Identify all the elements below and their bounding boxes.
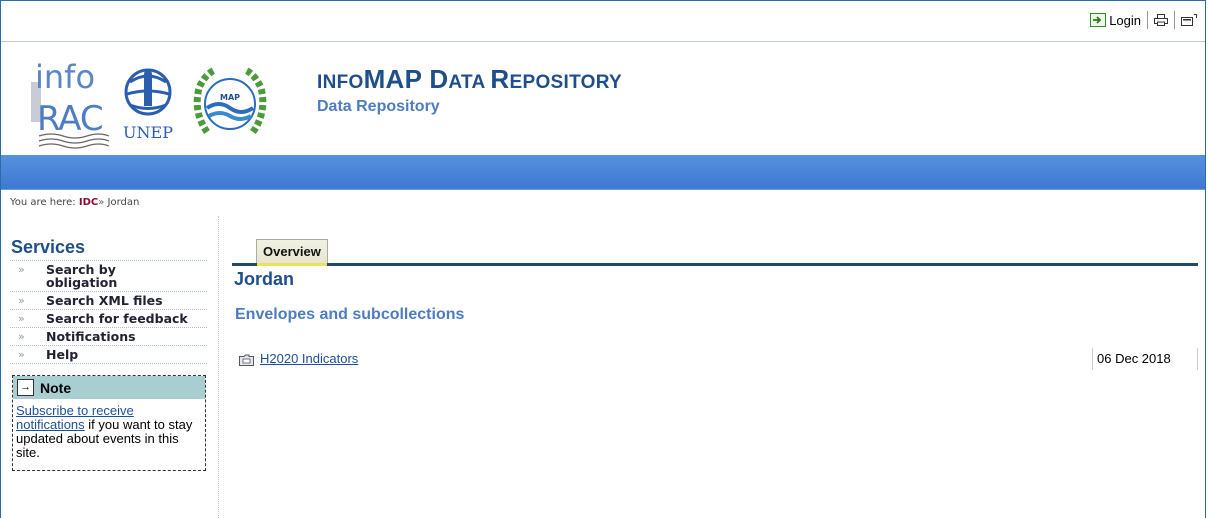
- sidebar-item-help[interactable]: » Help: [10, 346, 207, 364]
- logo-unep-text: UNEP: [123, 123, 173, 142]
- main-content: Overview Jordan Envelopes and subcollect…: [232, 216, 1198, 372]
- tab-overview[interactable]: Overview: [256, 239, 328, 266]
- breadcrumb: You are here: IDC» Jordan: [1, 190, 1205, 218]
- breadcrumb-separator: »: [98, 197, 105, 208]
- sidebar-item-label: Search XML files: [46, 293, 163, 308]
- sidebar-item-label: Search for feedback: [46, 311, 188, 326]
- list-item: H2020 Indicators 06 Dec 2018: [232, 348, 1198, 372]
- inforac-logo[interactable]: info RAC: [29, 52, 111, 150]
- note-body: Subscribe to receive notifications if yo…: [13, 399, 205, 470]
- login-link[interactable]: Login: [1090, 13, 1141, 28]
- print-icon[interactable]: [1154, 14, 1168, 26]
- section-title: Envelopes and subcollections: [235, 306, 465, 323]
- sidebar-item-label: Help: [46, 347, 79, 362]
- bullet-icon: »: [18, 312, 25, 325]
- logo-info-text: info: [35, 58, 95, 96]
- site-header: info RAC UNEP MAP INFOMAP DATA REPOSITOR…: [1, 42, 1205, 155]
- login-label: Login: [1109, 12, 1141, 28]
- note-header: → Note: [13, 376, 205, 399]
- services-list: » Search by obligation » Search XML file…: [10, 261, 207, 364]
- sidebar: Services » Search by obligation » Search…: [10, 216, 207, 471]
- fullscreen-icon[interactable]: [1181, 14, 1197, 26]
- logo-map-text: MAP: [220, 93, 240, 102]
- folder-icon: [239, 354, 254, 366]
- site-title: INFOMAP DATA REPOSITORY: [317, 64, 623, 94]
- toolbox: Login: [1090, 11, 1197, 29]
- toolbar-divider: [1174, 11, 1175, 29]
- sidebar-item-search-xml-files[interactable]: » Search XML files: [10, 292, 207, 310]
- map-logo[interactable]: MAP: [189, 62, 271, 144]
- breadcrumb-home-link[interactable]: IDC: [79, 197, 98, 208]
- tab-bar: Overview: [232, 216, 1198, 266]
- column-divider: [218, 216, 219, 518]
- breadcrumb-prefix: You are here:: [10, 197, 76, 208]
- services-title: Services: [10, 237, 207, 261]
- sidebar-item-notifications[interactable]: » Notifications: [10, 328, 207, 346]
- collection-link[interactable]: H2020 Indicators: [260, 351, 358, 366]
- toolbar-divider: [1147, 11, 1148, 29]
- sidebar-item-label: Notifications: [46, 329, 136, 344]
- header-band: [1, 155, 1205, 190]
- logo-rac-text: RAC: [37, 99, 103, 139]
- tab-label: Overview: [263, 244, 321, 259]
- bullet-icon: »: [18, 294, 25, 307]
- top-bar: Login: [1, 0, 1205, 42]
- note-box: → Note Subscribe to receive notification…: [12, 375, 206, 471]
- login-icon: [1090, 13, 1107, 27]
- arrow-right-icon: →: [17, 379, 34, 396]
- unep-logo[interactable]: UNEP: [113, 60, 183, 150]
- site-subtitle: Data Repository: [317, 98, 440, 115]
- collection-date: 06 Dec 2018: [1092, 348, 1198, 370]
- sidebar-item-search-by-obligation[interactable]: » Search by obligation: [10, 261, 207, 292]
- bullet-icon: »: [18, 348, 25, 361]
- bullet-icon: »: [18, 330, 25, 343]
- sidebar-item-label: Search by obligation: [46, 262, 118, 290]
- sidebar-item-search-for-feedback[interactable]: » Search for feedback: [10, 310, 207, 328]
- active-tab-indicator: [257, 263, 327, 266]
- page-title: Jordan: [234, 269, 295, 289]
- note-title: Note: [40, 379, 72, 396]
- bullet-icon: »: [18, 263, 25, 276]
- page: Login info RAC UNEP MAP INFOMAP DATA REP…: [0, 0, 1206, 518]
- breadcrumb-current: Jordan: [107, 197, 140, 208]
